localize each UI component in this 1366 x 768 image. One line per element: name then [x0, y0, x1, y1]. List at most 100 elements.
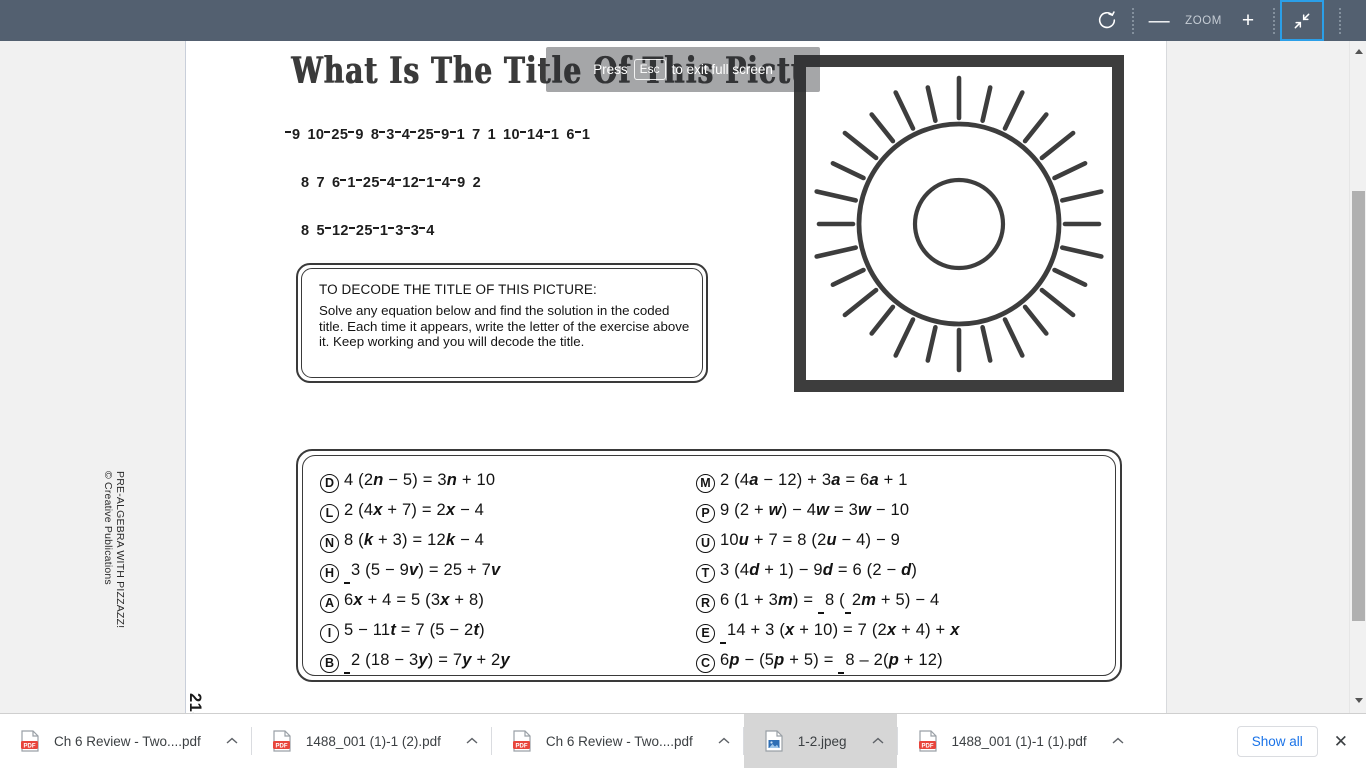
download-item[interactable]: PDF 1488_001 (1)-1 (1).pdf: [898, 714, 1137, 768]
equation-row: A 6x + 4 = 5 (3x + 8): [320, 591, 510, 621]
equation-text: 8 (k + 3) = 12k − 4: [344, 531, 485, 549]
code-gap: [575, 127, 582, 143]
code-number: 1: [347, 175, 356, 191]
code-number: 1: [487, 127, 497, 143]
equation-row: B2 (18 − 3y) = 7y + 2y: [320, 651, 510, 681]
code-number: 25: [362, 175, 380, 191]
equation-text: 2 (4x + 7) = 2x − 4: [344, 501, 485, 519]
code-number: 1: [456, 127, 466, 143]
toolbar-separator-2: [1273, 7, 1275, 34]
pdf-icon: PDF: [918, 730, 938, 752]
exit-fullscreen-icon: [1294, 13, 1310, 28]
code-gap: [380, 175, 387, 191]
scroll-down-arrow[interactable]: [1350, 692, 1366, 709]
code-number: 4: [441, 175, 451, 191]
download-file-name: Ch 6 Review - Two....pdf: [54, 733, 201, 749]
sun-ray: [1022, 112, 1049, 144]
browser-fullscreen-viewer: — ZOOM + What Is The Title Of This Pictu…: [0, 0, 1366, 768]
scrollbar-thumb[interactable]: [1352, 191, 1365, 621]
equation-row: N 8 (k + 3) = 12k − 4: [320, 531, 510, 561]
page-number: 213: [186, 693, 204, 713]
toolbar-separator-1: [1132, 7, 1135, 34]
code-number: 9: [355, 127, 364, 143]
code-number: 3: [410, 223, 420, 239]
code-number: 3: [386, 127, 395, 143]
code-number: 12: [331, 223, 349, 239]
code-number: 12: [402, 175, 420, 191]
sun-ray: [980, 85, 993, 124]
code-gap: [364, 127, 371, 143]
equation-text: 2 (4a − 12) + 3a = 6a + 1: [720, 471, 908, 489]
zoom-out-button[interactable]: —: [1139, 0, 1179, 41]
code-number: 25: [331, 127, 349, 143]
equation-text: 4 (2n − 5) = 3n + 10: [344, 471, 496, 489]
equation-letter-badge: T: [696, 563, 715, 583]
code-gap: [496, 127, 503, 143]
download-file-name: Ch 6 Review - Two....pdf: [545, 733, 693, 749]
sun-ray: [925, 324, 938, 363]
sun-ray: [830, 161, 866, 181]
code-number: 1: [426, 175, 435, 191]
exit-fullscreen-button[interactable]: [1280, 0, 1324, 41]
code-number: 4: [401, 127, 411, 143]
equation-letter-badge: U: [696, 533, 715, 553]
code-number: 8: [370, 127, 380, 143]
sun-ray: [814, 189, 859, 203]
sun-ray: [1022, 304, 1049, 336]
decode-instructions-box: TO DECODE THE TITLE OF THIS PICTURE: Sol…: [296, 263, 708, 383]
sun-ray: [1039, 287, 1076, 318]
code-number: 9: [441, 127, 450, 143]
zoom-in-button[interactable]: +: [1228, 0, 1268, 41]
document-viewer: What Is The Title Of This Picture? 9 10 …: [0, 41, 1366, 713]
show-all-downloads-button[interactable]: Show all: [1236, 725, 1318, 757]
code-number: 6: [566, 127, 575, 143]
equation-row: D 4 (2n − 5) = 3n + 10: [320, 471, 510, 501]
equation-text: 6 (1 + 3m) = 8 (2m + 5) − 4: [720, 591, 939, 614]
equation-letter-badge: C: [696, 653, 715, 673]
pdf-icon: PDF: [272, 730, 292, 752]
chevron-up-icon[interactable]: [1111, 734, 1125, 748]
download-item[interactable]: 1-2.jpeg: [743, 714, 897, 768]
equation-letter-badge: D: [320, 473, 339, 493]
sun-ray: [842, 287, 879, 318]
equations-box: D 4 (2n − 5) = 3n + 10 L 2 (4x + 7) = 2x − …: [296, 449, 1122, 682]
chevron-up-icon[interactable]: [225, 734, 239, 748]
equation-letter-badge: L: [320, 503, 339, 523]
download-item[interactable]: PDF Ch 6 Review - Two....pdf: [0, 714, 251, 768]
code-gap: [481, 127, 488, 143]
download-item[interactable]: PDF Ch 6 Review - Two....pdf: [492, 714, 743, 768]
svg-text:PDF: PDF: [515, 743, 527, 749]
sun-ray: [814, 245, 859, 259]
code-number: 8: [301, 223, 310, 239]
code-number: 9: [457, 175, 466, 191]
close-downloads-bar-button[interactable]: ✕: [1328, 733, 1366, 750]
toolbar-end-space: [1346, 0, 1366, 41]
equation-letter-badge: B: [320, 653, 339, 673]
chevron-up-icon[interactable]: [465, 734, 479, 748]
pdf-icon: PDF: [512, 730, 532, 752]
sun-illustration-frame: [794, 55, 1124, 392]
rotate-icon[interactable]: [1087, 0, 1127, 41]
scroll-up-arrow[interactable]: [1350, 43, 1366, 60]
code-number: 5: [316, 223, 325, 239]
code-number: 3: [395, 223, 404, 239]
code-gap: [395, 127, 402, 143]
sun-ray: [1002, 90, 1025, 131]
code-gap: [349, 223, 356, 239]
sun-ray: [980, 324, 993, 363]
chevron-up-icon[interactable]: [871, 734, 885, 748]
code-number: 10: [307, 127, 325, 143]
vertical-scrollbar[interactable]: [1349, 41, 1366, 713]
code-number: 1: [379, 223, 389, 239]
code-number: 1: [581, 127, 591, 143]
chevron-up-icon: [1354, 49, 1363, 54]
chevron-up-icon[interactable]: [717, 734, 731, 748]
equations-column-left: D 4 (2n − 5) = 3n + 10 L 2 (4x + 7) = 2x − …: [320, 471, 510, 681]
code-number: 25: [355, 223, 373, 239]
publisher-credit: PRE-ALGEBRA WITH PIZZAZZ! © Creative Pub…: [102, 471, 126, 671]
equation-text: 10u + 7 = 8 (2u − 4) − 9: [720, 531, 901, 549]
download-item[interactable]: PDF 1488_001 (1)-1 (2).pdf: [252, 714, 491, 768]
sun-ray: [1059, 189, 1104, 203]
sun-drawing: [814, 75, 1104, 373]
code-gap: [450, 127, 457, 143]
